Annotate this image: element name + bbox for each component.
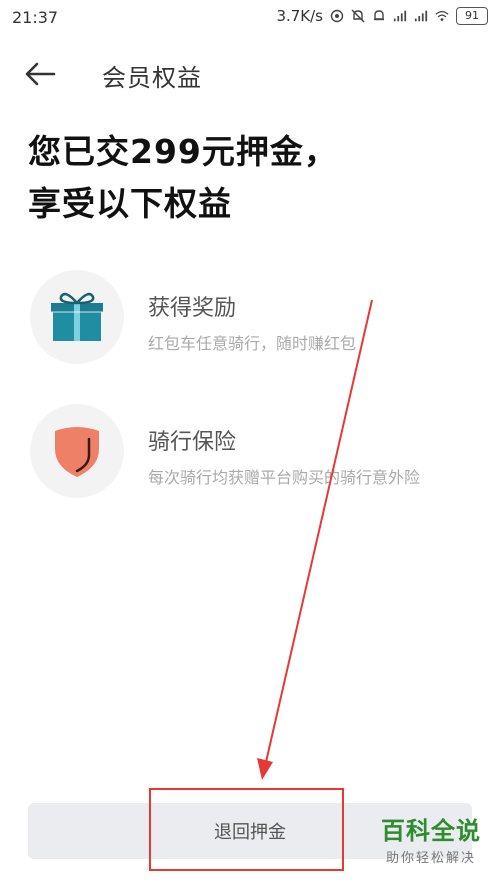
- watermark-subtitle: 助你轻松解决: [385, 851, 476, 866]
- member-benefits-page: 21:37 3.7K/s 91 会员权益 您已交299元押金， 享受以下权益 获…: [0, 0, 500, 883]
- watermark: 百科全说 助你轻松解决: [372, 815, 490, 875]
- annotation-arrow: [257, 299, 373, 780]
- annotation-highlight-box: [149, 788, 344, 871]
- watermark-title: 百科全说: [381, 817, 481, 845]
